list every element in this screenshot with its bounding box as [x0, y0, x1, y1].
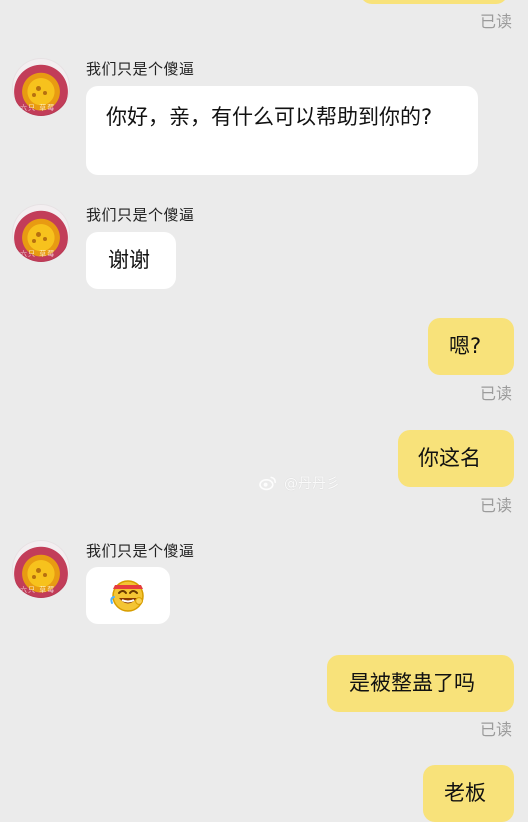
message-bubble-incoming[interactable]: 你好，亲，有什么可以帮助到你的?: [86, 86, 478, 175]
avatar[interactable]: 六只 草莓: [12, 540, 70, 598]
message-bubble-outgoing-previous[interactable]: [360, 0, 508, 4]
message-text: 嗯?: [449, 334, 482, 358]
message-bubble-outgoing[interactable]: 嗯?: [428, 318, 514, 375]
avatar[interactable]: 六只 草莓: [12, 58, 70, 116]
avatar[interactable]: 六只 草莓: [12, 204, 70, 262]
laughing-tears-emoji-icon: [110, 580, 144, 612]
message-text: 是被整蛊了吗: [349, 671, 475, 695]
message-bubble-outgoing[interactable]: 老板: [423, 765, 514, 822]
message-bubble-incoming[interactable]: [86, 567, 170, 624]
weibo-watermark: @丹丹彡: [258, 473, 340, 493]
message-text: 老板: [444, 781, 486, 805]
read-receipt: 已读: [480, 720, 513, 739]
sender-name: 我们只是个傻逼: [86, 60, 195, 78]
message-text: 谢谢: [108, 248, 150, 272]
read-receipt: 已读: [480, 12, 513, 31]
message-bubble-incoming[interactable]: 谢谢: [86, 232, 176, 289]
read-receipt: 已读: [480, 384, 513, 403]
sender-name: 我们只是个傻逼: [86, 206, 195, 224]
weibo-logo-icon: [258, 475, 278, 491]
message-bubble-outgoing[interactable]: 是被整蛊了吗: [327, 655, 514, 712]
message-bubble-outgoing[interactable]: 你这名: [398, 430, 514, 487]
message-text: 你好，亲，有什么可以帮助到你的?: [106, 105, 433, 129]
watermark-text: @丹丹彡: [284, 476, 340, 492]
sender-name: 我们只是个傻逼: [86, 542, 195, 560]
chat-area: 已读 六只 草莓 我们只是个傻逼 你好，亲，有什么可以帮助到你的? 六只 草莓 …: [0, 0, 528, 822]
read-receipt: 已读: [480, 496, 513, 515]
message-text: 你这名: [418, 446, 481, 470]
